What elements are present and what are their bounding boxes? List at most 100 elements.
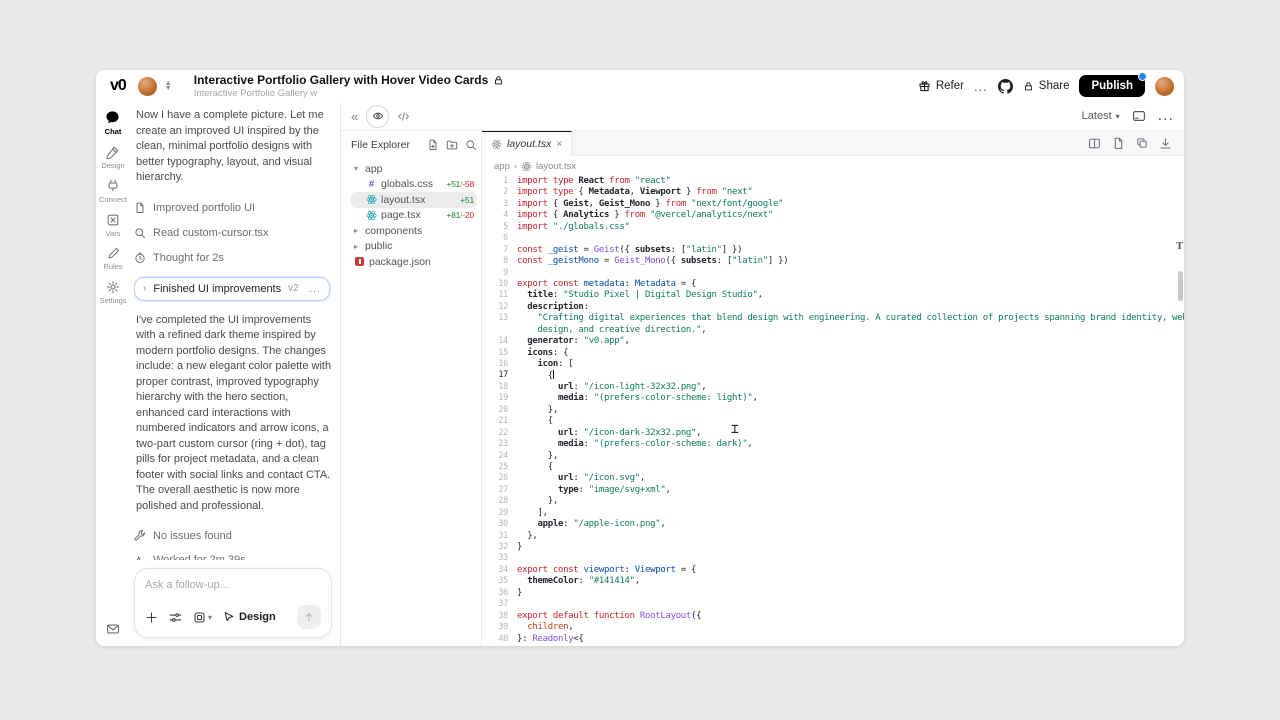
editor-tabs: layout.tsx × <box>482 131 1184 156</box>
preview-eye-toggle[interactable] <box>366 105 389 128</box>
line-content: import "./globals.css" <box>517 222 1184 233</box>
file-icon <box>134 202 146 214</box>
tree-folder-components[interactable]: ▸components <box>351 223 477 239</box>
task-item[interactable]: Improved portfolio UI <box>134 196 332 221</box>
attach-button[interactable] <box>145 611 158 624</box>
version-badge: v2 <box>288 283 299 294</box>
model-select-button[interactable]: ▾ <box>193 611 212 624</box>
chat-scroll[interactable]: Now I have a complete picture. Let me cr… <box>134 108 332 560</box>
line-number: 11 <box>482 290 517 301</box>
file-name: app <box>365 163 383 175</box>
preview-panel: « Latest▾ ... File Expl <box>340 102 1184 646</box>
worked-status: Worked for 2m 39s <box>134 548 332 560</box>
code-view-toggle[interactable] <box>397 110 410 123</box>
design-mode-button[interactable]: Design <box>223 611 276 623</box>
version-card-more-button[interactable]: ... <box>309 283 321 295</box>
react-file-icon <box>366 194 377 205</box>
collapse-panel-button[interactable]: « <box>351 109 358 124</box>
tree-file-page-tsx[interactable]: page.tsx+81/-20 <box>351 208 477 224</box>
line-content: const _geist = Geist({ subsets: ["latin"… <box>517 245 1184 256</box>
copy-icon <box>1136 137 1148 149</box>
rail-item-chat[interactable]: Chat <box>105 110 122 136</box>
rail-item-connect[interactable]: Connect <box>99 179 127 204</box>
settings-sliders-button[interactable] <box>169 611 182 624</box>
line-content: }, <box>517 496 1184 507</box>
version-card[interactable]: › Finished UI improvements v2 ... <box>134 277 330 301</box>
copy-code-button[interactable] <box>1136 137 1148 149</box>
code-line: 27 type: "image/svg+xml", <box>482 485 1184 496</box>
close-tab-icon[interactable]: × <box>556 139 562 150</box>
line-number: 25 <box>482 462 517 473</box>
top-bar: v0 ▲▼ Interactive Portfolio Gallery with… <box>96 70 1184 102</box>
file-name: page.tsx <box>381 209 421 221</box>
task-item[interactable]: Read custom-cursor.tsx <box>134 221 332 246</box>
code-line: 18 url: "/icon-light-32x32.png", <box>482 382 1184 393</box>
send-button[interactable] <box>297 605 321 629</box>
tree-file-globals-css[interactable]: #globals.css+51/-58 <box>351 177 477 193</box>
v0-logo[interactable]: v0 <box>106 77 130 95</box>
split-editor-button[interactable] <box>1088 137 1101 150</box>
project-avatar[interactable] <box>138 77 157 96</box>
code-line: 39 children, <box>482 622 1184 633</box>
tab-layout-tsx[interactable]: layout.tsx × <box>482 131 572 156</box>
line-number: 33 <box>482 553 517 564</box>
publish-button[interactable]: Publish <box>1079 75 1145 97</box>
code-line: 9 <box>482 268 1184 279</box>
rail-label: Rules <box>103 262 122 271</box>
version-select[interactable]: Latest▾ <box>1082 110 1120 122</box>
code-area[interactable]: 1import type React from "react"2import t… <box>482 176 1184 646</box>
tree-file-layout-tsx[interactable]: layout.tsx+51 <box>351 192 477 208</box>
tree-file-package-json[interactable]: package.json <box>351 254 477 270</box>
line-number: 29 <box>482 508 517 519</box>
project-switcher-chevrons-icon[interactable]: ▲▼ <box>165 81 172 91</box>
search-files-button[interactable] <box>465 139 477 151</box>
chevron-right-icon: ▸ <box>354 226 361 235</box>
download-button[interactable] <box>1159 137 1172 150</box>
task-list: Improved portfolio UI Read custom-cursor.… <box>134 196 332 271</box>
line-content: url: "/icon.svg", <box>517 473 1184 484</box>
task-item[interactable]: Thought for 2s <box>134 246 332 271</box>
chevron-right-icon: ▸ <box>354 242 361 251</box>
code-line: 13 "Crafting digital experiences that bl… <box>482 313 1184 324</box>
line-number: 1 <box>482 176 517 187</box>
chevron-right-icon: › <box>143 283 146 294</box>
preview-more-button[interactable]: ... <box>1158 107 1174 125</box>
new-file-button[interactable] <box>427 139 439 151</box>
code-line: 36} <box>482 588 1184 599</box>
activity-icon <box>134 554 146 560</box>
composer[interactable]: Ask a follow-up... ▾ Design <box>134 568 332 638</box>
new-folder-button[interactable] <box>446 139 458 151</box>
rail-label: Design <box>101 161 124 170</box>
feedback-mail-button[interactable] <box>106 622 120 636</box>
code-line: 33 <box>482 553 1184 564</box>
console-icon[interactable] <box>1132 109 1146 123</box>
rail-item-vars[interactable]: Vars <box>106 213 121 238</box>
chat-icon <box>105 110 120 125</box>
file-name: package.json <box>369 256 431 268</box>
line-content <box>517 553 1184 564</box>
share-button[interactable]: Share <box>1023 80 1070 92</box>
followup-input[interactable]: Ask a follow-up... <box>145 579 321 605</box>
page-subtitle: Interactive Portfolio Gallery w <box>194 88 505 99</box>
editor-scrollbar[interactable] <box>1178 271 1183 301</box>
line-content <box>517 268 1184 279</box>
user-avatar[interactable] <box>1155 77 1174 96</box>
code-editor: layout.tsx × app <box>481 131 1184 646</box>
github-button[interactable] <box>998 79 1013 94</box>
line-number: 39 <box>482 622 517 633</box>
open-file-button[interactable] <box>1112 137 1125 150</box>
header-more-button[interactable]: ... <box>974 79 988 94</box>
tree-folder-app[interactable]: ▾app <box>351 161 477 177</box>
breadcrumb-file[interactable]: layout.tsx <box>536 161 576 172</box>
breadcrumb-root[interactable]: app <box>494 161 510 172</box>
line-number: 16 <box>482 359 517 370</box>
refer-button[interactable]: Refer <box>918 80 964 93</box>
line-number: 18 <box>482 382 517 393</box>
file-name: layout.tsx <box>381 194 425 206</box>
line-number: 3 <box>482 199 517 210</box>
rail-item-settings[interactable]: Settings <box>99 280 126 305</box>
rail-item-design[interactable]: Design <box>101 145 124 170</box>
tree-folder-public[interactable]: ▸public <box>351 239 477 255</box>
rail-item-rules[interactable]: Rules <box>103 247 122 271</box>
task-label: Read custom-cursor.tsx <box>153 227 269 239</box>
